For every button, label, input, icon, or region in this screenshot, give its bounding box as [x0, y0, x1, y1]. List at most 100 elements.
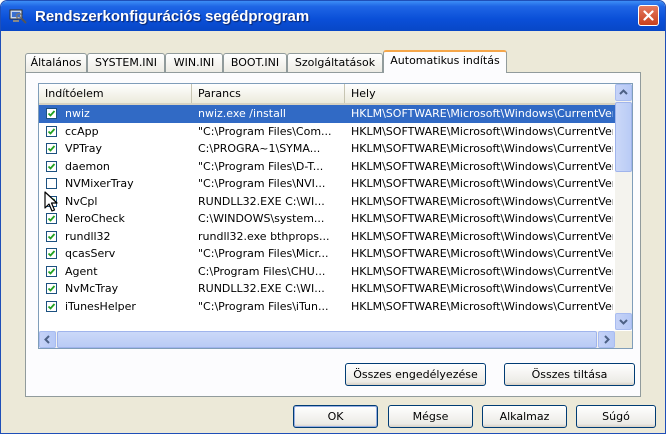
apply-button[interactable]: Alkalmaz — [482, 405, 567, 428]
checkmark-icon — [47, 215, 56, 222]
help-button[interactable]: Súgó — [576, 405, 656, 428]
checkmark-icon — [47, 267, 56, 275]
startup-item-location: HKLM\SOFTWARE\Microsoft\Windows\CurrentV… — [351, 247, 613, 260]
startup-item-checkbox[interactable] — [46, 213, 57, 224]
list-item[interactable]: NvMcTray RUNDLL32.EXE C:\WI... HKLM\SOFTWA… — [39, 280, 615, 298]
system-configuration-window: Rendszerkonfigurációs segédprogram Által… — [0, 0, 666, 434]
list-item[interactable]: NeroCheck C:\WINDOWS\system... HKLM\SOFTWA… — [39, 210, 615, 228]
chevron-up-icon — [619, 89, 628, 95]
scroll-left-button[interactable] — [39, 331, 56, 348]
startup-item-command: RUNDLL32.EXE C:\WI... — [198, 194, 325, 208]
cancel-button[interactable]: Mégse — [388, 405, 473, 428]
startup-item-location: HKLM\SOFTWARE\Microsoft\Windows\CurrentV… — [351, 194, 613, 208]
disable-all-button[interactable]: Összes tiltása — [504, 363, 635, 386]
checkmark-icon — [47, 145, 56, 152]
tab-startup[interactable]: Automatikus indítás — [383, 50, 507, 73]
startup-item-checkbox[interactable] — [46, 230, 57, 242]
startup-item-checkbox[interactable] — [46, 108, 57, 119]
startup-item-location: HKLM\SOFTWARE\Microsoft\Windows\CurrentV… — [351, 212, 613, 225]
window-title: Rendszerkonfigurációs segédprogram — [35, 8, 310, 25]
msconfig-app-icon — [9, 9, 27, 24]
startup-item-command: RUNDLL32.EXE C:\WI... — [198, 282, 325, 295]
startup-item-checkbox[interactable] — [46, 265, 57, 277]
tab-services[interactable]: Szolgáltatások — [287, 53, 383, 72]
enable-all-button[interactable]: Összes engedélyezése — [345, 363, 486, 386]
startup-item-name: ccApp — [65, 124, 99, 138]
column-location[interactable]: Hely — [345, 84, 615, 103]
tab-boot-ini[interactable]: BOOT.INI — [223, 53, 287, 72]
startup-item-checkbox[interactable] — [46, 283, 57, 294]
list-item[interactable]: Agent C:\Program Files\CHU... HKLM\SOFTWAR… — [39, 263, 615, 281]
startup-item-command: C:\PROGRA~1\SYMA... — [198, 142, 321, 155]
startup-item-command: "C:\Program Files\NVI... — [198, 177, 326, 190]
checkmark-icon — [47, 302, 56, 310]
title-bar[interactable]: Rendszerkonfigurációs segédprogram — [1, 1, 665, 31]
list-rows: nwiz nwiz.exe /install HKLM\SOFTWARE\Micro… — [39, 105, 615, 315]
startup-item-location: HKLM\SOFTWARE\Microsoft\Windows\CurrentV… — [351, 124, 613, 138]
checkmark-icon — [47, 127, 56, 135]
startup-item-name: VPTray — [65, 142, 103, 155]
list-item[interactable]: ccApp "C:\Program Files\Com... HKLM\SOFTWA… — [39, 123, 615, 141]
startup-item-location: HKLM\SOFTWARE\Microsoft\Windows\CurrentV… — [351, 107, 613, 120]
startup-item-location: HKLM\SOFTWARE\Microsoft\Windows\CurrentV… — [351, 142, 613, 155]
startup-item-location: HKLM\SOFTWARE\Microsoft\Windows\CurrentV… — [351, 264, 613, 278]
startup-item-name: daemon — [65, 159, 110, 173]
startup-tab-panel: Indítóelem Parancs Hely nwiz nwiz.exe /in… — [25, 72, 641, 397]
vertical-scroll-thumb[interactable] — [615, 102, 632, 172]
startup-item-checkbox[interactable] — [46, 300, 57, 312]
startup-item-command: "C:\Program Files\Com... — [198, 124, 332, 138]
close-icon — [643, 10, 654, 21]
startup-item-name: rundll32 — [65, 229, 111, 243]
startup-items-list[interactable]: Indítóelem Parancs Hely nwiz nwiz.exe /in… — [38, 83, 633, 349]
startup-item-command: C:\Program Files\CHU... — [198, 264, 326, 278]
vertical-scrollbar[interactable] — [615, 84, 632, 330]
column-command[interactable]: Parancs — [192, 84, 345, 103]
scroll-right-button[interactable] — [598, 331, 615, 348]
tab-win-ini[interactable]: WIN.INI — [165, 53, 223, 72]
startup-item-command: "C:\Program Files\iTun... — [198, 299, 329, 313]
chevron-left-icon — [44, 335, 50, 344]
ok-button[interactable]: OK — [293, 405, 378, 428]
list-item[interactable]: qcasServ "C:\Program Files\Micr... HKLM\SO… — [39, 245, 615, 263]
close-button[interactable] — [638, 5, 659, 26]
tab-general[interactable]: Általános — [25, 53, 87, 72]
startup-item-name: NeroCheck — [65, 212, 125, 225]
startup-item-checkbox[interactable] — [46, 160, 57, 172]
checkmark-icon — [47, 250, 56, 257]
startup-item-command: "C:\Program Files\D-T... — [198, 159, 324, 173]
list-item[interactable]: NvCpl RUNDLL32.EXE C:\WI... HKLM\SOFTWARE\… — [39, 193, 615, 211]
horizontal-scroll-thumb[interactable] — [57, 331, 597, 348]
horizontal-scrollbar[interactable] — [39, 331, 615, 348]
startup-item-location: HKLM\SOFTWARE\Microsoft\Windows\CurrentV… — [351, 159, 613, 173]
startup-item-command: "C:\Program Files\Micr... — [198, 247, 329, 260]
startup-item-checkbox[interactable] — [46, 178, 57, 189]
startup-item-name: nwiz — [65, 107, 90, 120]
startup-item-checkbox[interactable] — [46, 143, 57, 154]
startup-item-name: iTunesHelper — [65, 299, 136, 313]
list-item[interactable]: VPTray C:\PROGRA~1\SYMA... HKLM\SOFTWARE\M… — [39, 140, 615, 158]
list-item[interactable]: NVMixerTray "C:\Program Files\NVI... HKLM\… — [39, 175, 615, 193]
scrollbar-corner — [615, 331, 632, 348]
chevron-down-icon — [619, 319, 628, 325]
list-header: Indítóelem Parancs Hely — [39, 84, 615, 105]
list-item[interactable]: rundll32 rundll32.exe bthprops... HKLM\SOF… — [39, 228, 615, 246]
startup-item-name: NVMixerTray — [65, 177, 134, 190]
startup-item-location: HKLM\SOFTWARE\Microsoft\Windows\CurrentV… — [351, 177, 613, 190]
startup-item-location: HKLM\SOFTWARE\Microsoft\Windows\CurrentV… — [351, 229, 613, 243]
tab-system-ini[interactable]: SYSTEM.INI — [87, 53, 165, 72]
startup-item-checkbox[interactable] — [46, 125, 57, 137]
list-item[interactable]: nwiz nwiz.exe /install HKLM\SOFTWARE\Micro… — [39, 105, 615, 123]
startup-item-location: HKLM\SOFTWARE\Microsoft\Windows\CurrentV… — [351, 282, 613, 295]
list-item[interactable]: iTunesHelper "C:\Program Files\iTun... HKL… — [39, 298, 615, 316]
scroll-down-button[interactable] — [615, 313, 632, 330]
checkmark-icon — [47, 285, 56, 292]
scroll-up-button[interactable] — [615, 84, 632, 101]
column-startup-item[interactable]: Indítóelem — [39, 84, 192, 103]
startup-item-location: HKLM\SOFTWARE\Microsoft\Windows\CurrentV… — [351, 299, 613, 313]
startup-item-command: nwiz.exe /install — [198, 107, 286, 120]
startup-item-name: NvCpl — [65, 194, 98, 208]
chevron-right-icon — [604, 335, 610, 344]
startup-item-command: C:\WINDOWS\system... — [198, 212, 325, 225]
startup-item-checkbox[interactable] — [46, 248, 57, 259]
list-item[interactable]: daemon "C:\Program Files\D-T... HKLM\SOFTW… — [39, 158, 615, 176]
